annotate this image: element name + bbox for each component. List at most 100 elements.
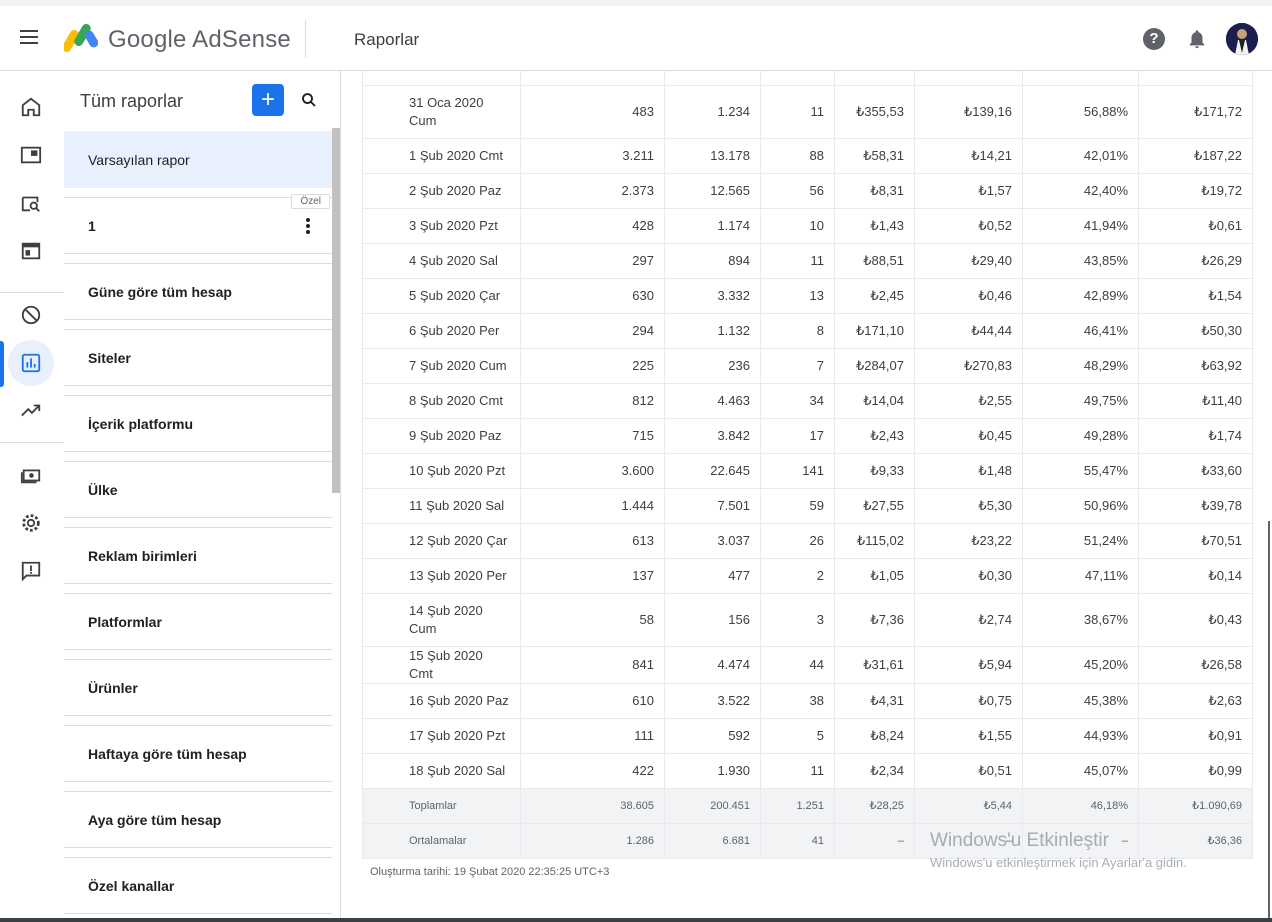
report-item-label: 1 [88,217,96,234]
metric-cell: 236 [664,347,761,384]
metric-cell: ₺70,51 [1138,522,1253,559]
bell-icon[interactable] [1186,27,1208,51]
metric-cell: ₺26,29 [1138,242,1253,279]
metric-cell: ₺1,05 [834,557,915,594]
date-cell: 14 Şub 2020 Cum [362,592,521,647]
report-item-all-account-by-week[interactable]: Haftaya göre tüm hesap [64,725,332,782]
metric-cell: 49,75% [1022,382,1139,419]
metric-cell: ₺2,63 [1138,682,1253,719]
metric-cell: 1.132 [664,312,761,349]
date-cell: 6 Şub 2020 Per [362,312,521,349]
metric-cell: ₺26,58 [1138,645,1253,684]
report-item-custom-channels[interactable]: Özel kanallar [64,857,332,914]
date-cell: 3 Şub 2020 Pzt [362,207,521,244]
adsense-logo [64,24,98,52]
metric-cell: 10 [760,207,835,244]
help-icon[interactable]: ? [1143,28,1165,50]
reports-icon[interactable] [8,340,54,386]
metric-cell: 6.681 [664,822,761,859]
site-management-icon[interactable] [8,180,54,226]
metric-cell: 45,38% [1022,682,1139,719]
top-app-bar: Google AdSense Raporlar ? [0,0,1272,71]
metric-cell: 592 [664,717,761,754]
metric-cell: ₺50,30 [1138,312,1253,349]
metric-cell: ₺29,40 [914,242,1023,279]
report-item-products[interactable]: Ürünler [64,659,332,716]
report-item-content-platform[interactable]: İçerik platformu [64,395,332,452]
metric-cell: 225 [520,347,665,384]
metric-cell: 41 [760,822,835,859]
metric-cell: 26 [760,522,835,559]
metric-cell: ₺0,51 [914,752,1023,789]
metric-cell: ₺0,30 [914,557,1023,594]
optimization-icon[interactable] [8,388,54,434]
payments-icon[interactable] [8,452,54,498]
metric-cell: 11 [760,752,835,789]
metric-cell: ₺39,78 [1138,487,1253,524]
panel-scrollbar[interactable] [332,128,340,493]
navigation-rail [0,71,64,922]
report-table: 31 Oca 2020 Cum 483 1.234 11 ₺355,53 ₺139,16 5… [362,71,1253,859]
date-cell: 18 Şub 2020 Sal [362,752,521,789]
metric-cell: 3.522 [664,682,761,719]
metric-cell: 48,29% [1022,347,1139,384]
page-scrollbar[interactable] [1268,521,1270,922]
metric-cell: ₺0,43 [1138,592,1253,647]
metric-cell: 46,41% [1022,312,1139,349]
metric-cell: 45,20% [1022,645,1139,684]
metric-cell: ₺270,83 [914,347,1023,384]
report-item-all-account-by-day[interactable]: Güne göre tüm hesap [64,263,332,320]
brand-name: Google AdSense [108,26,291,53]
watermark-title: Windows'u Etkinleştir [930,830,1109,851]
blocking-controls-icon[interactable] [8,292,54,338]
report-item-default[interactable]: Varsayılan rapor [64,131,332,188]
date-cell: 13 Şub 2020 Per [362,557,521,594]
feedback-glyph [21,561,41,582]
date-cell: 16 Şub 2020 Paz [362,682,521,719]
ads-glyph [20,146,42,164]
metric-cell: ₺8,24 [834,717,915,754]
metric-cell: 49,28% [1022,417,1139,454]
report-item-label: Siteler [88,349,131,366]
report-item-all-account-by-month[interactable]: Aya göre tüm hesap [64,791,332,848]
report-item-custom-1[interactable]: 1 Özel [64,194,332,254]
metric-cell: ₺0,61 [1138,207,1253,244]
metric-cell: 5 [760,717,835,754]
metric-cell: 294 [520,312,665,349]
metric-cell: 4.463 [664,382,761,419]
metric-cell: 34 [760,382,835,419]
feedback-icon[interactable] [8,548,54,594]
ads-icon[interactable] [8,132,54,178]
windows-activation-watermark: Windows'u Etkinleştir Windows'u etkinleş… [930,830,1187,870]
hamburger-menu-icon[interactable] [20,30,42,48]
totals-row: Toplamlar 38.605 200.451 1.251 ₺28,25 ₺5,44 46… [362,787,1253,824]
report-item-country[interactable]: Ülke [64,461,332,518]
top-strip [0,0,1272,6]
metric-cell: ₺9,33 [834,452,915,489]
metric-cell: 58 [520,592,665,647]
metric-cell: ₺115,02 [834,522,915,559]
metric-cell: ₺2,74 [914,592,1023,647]
report-item-platforms[interactable]: Platformlar [64,593,332,650]
date-cell: 10 Şub 2020 Pzt [362,452,521,489]
home-icon[interactable] [8,84,54,130]
add-report-button[interactable]: + [252,84,284,116]
user-avatar[interactable] [1226,23,1258,55]
report-item-ad-units[interactable]: Reklam birimleri [64,527,332,584]
metric-cell: ₺88,51 [834,242,915,279]
metric-cell: ₺28,25 [834,787,915,824]
more-options-icon[interactable] [306,218,310,234]
metric-cell: 11 [760,242,835,279]
metric-cell: ₺2,45 [834,277,915,314]
metric-cell: ₺1,54 [1138,277,1253,314]
metric-cell: ₺5,94 [914,645,1023,684]
metric-cell: ₺2,43 [834,417,915,454]
report-item-label: İçerik platformu [88,415,194,432]
metric-cell: 43,85% [1022,242,1139,279]
settings-icon[interactable] [8,500,54,546]
search-icon[interactable] [300,91,318,109]
content-icon[interactable] [8,228,54,274]
active-indicator [0,341,4,387]
report-item-sites[interactable]: Siteler [64,329,332,386]
metric-cell: 1.444 [520,487,665,524]
